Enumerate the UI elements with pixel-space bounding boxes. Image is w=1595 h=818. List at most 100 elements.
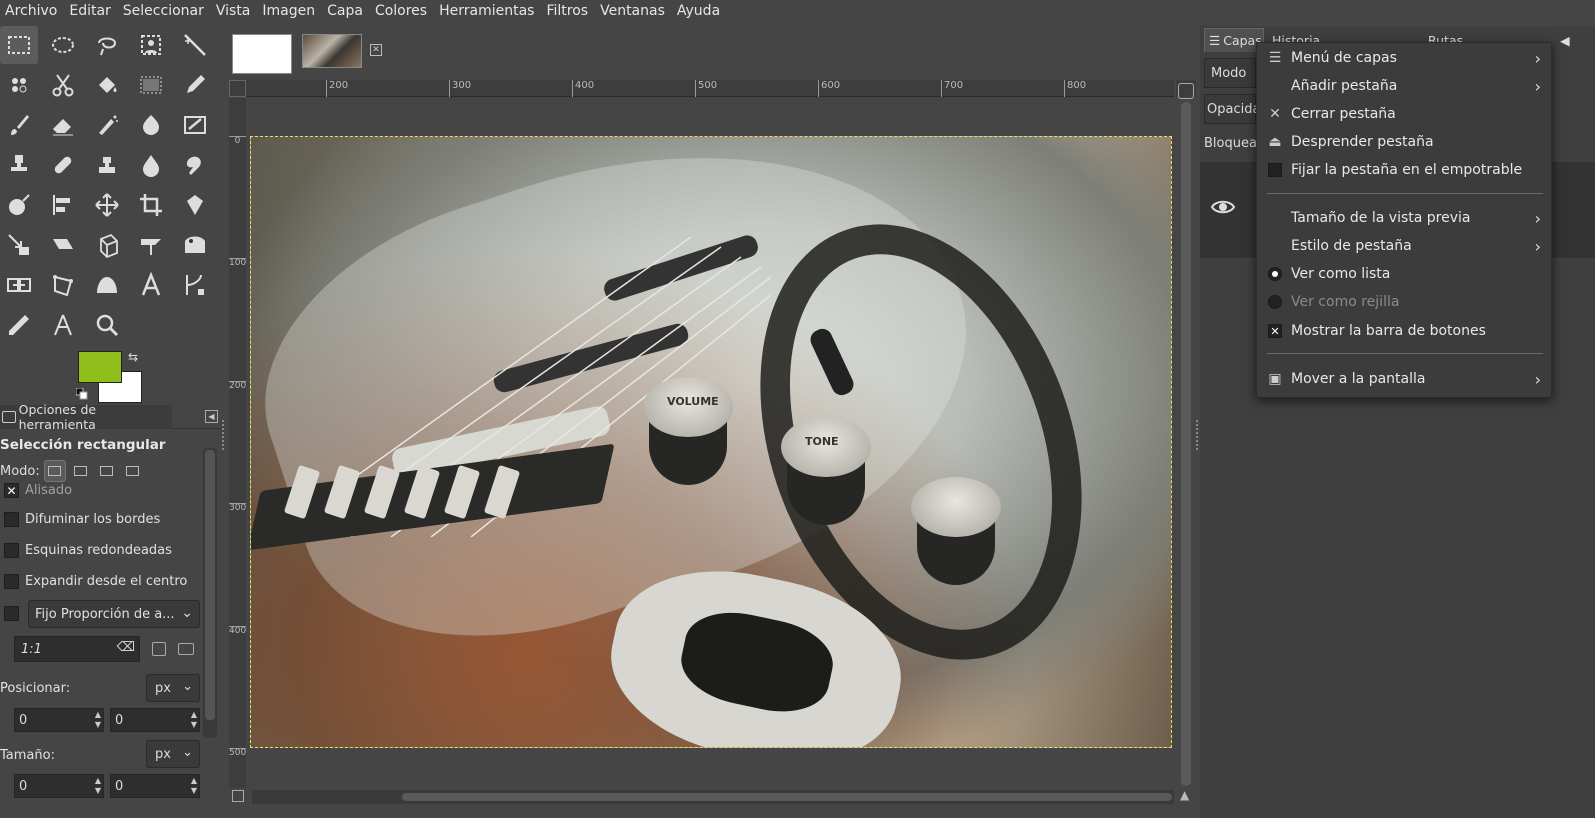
foreground-select-tool[interactable] [132, 26, 170, 64]
dodge-burn-tool[interactable] [0, 186, 38, 224]
tab-layers[interactable]: ☰ Capas [1204, 28, 1264, 52]
scissors-select-tool[interactable] [44, 66, 82, 104]
warp-transform-tool[interactable] [88, 266, 126, 304]
swap-colors-icon[interactable]: ⇆ [128, 350, 138, 364]
canvas-horizontal-scrollbar[interactable] [252, 790, 1174, 804]
heal-tool[interactable] [44, 146, 82, 184]
menu-colores[interactable]: Colores [374, 3, 434, 19]
paths-tool[interactable] [176, 266, 214, 304]
navigate-icon[interactable] [1178, 83, 1194, 99]
clear-icon[interactable]: ⌫ [117, 640, 135, 655]
expand-checkbox[interactable] [4, 574, 19, 589]
left-dock-resize-handle[interactable] [222, 420, 226, 450]
menu-herramientas[interactable]: Herramientas [438, 3, 541, 19]
ruler-left[interactable]: 0 100 200 300 400 500 [229, 98, 246, 788]
menu-item-show-button-bar[interactable]: ✕ Mostrar la barra de botones [1257, 317, 1553, 345]
move-tool[interactable] [88, 186, 126, 224]
scrollbar-thumb[interactable] [402, 793, 1172, 801]
zoom-fit-icon[interactable]: ▲ [1180, 788, 1189, 802]
menu-seleccionar[interactable]: Seleccionar [122, 3, 211, 19]
spin-arrows-icon[interactable]: ▲ ▼ [95, 710, 101, 730]
perspective-clone-tool[interactable] [88, 146, 126, 184]
expand-option[interactable]: Expandir desde el centro [4, 574, 187, 589]
reset-colors-icon[interactable] [76, 388, 88, 400]
scrollbar-thumb[interactable] [205, 450, 215, 720]
canvas-area[interactable]: VOLUME TONE [246, 98, 1176, 788]
rect-select-tool[interactable] [0, 26, 38, 64]
menu-vista[interactable]: Vista [215, 3, 258, 19]
ellipse-select-tool[interactable] [44, 26, 82, 64]
3d-transform-tool[interactable] [88, 226, 126, 264]
menu-ventanas[interactable]: Ventanas [599, 3, 672, 19]
rounded-checkbox[interactable] [4, 543, 19, 558]
tool-options-tab[interactable]: Opciones de herramienta [0, 402, 172, 432]
position-y-input[interactable]: 0 ▲ ▼ [110, 708, 200, 732]
mode-intersect-button[interactable] [122, 460, 144, 482]
menu-item-tab-style[interactable]: Estilo de pestaña › [1257, 232, 1553, 260]
smudge-tool[interactable] [176, 146, 214, 184]
menu-imagen[interactable]: Imagen [261, 3, 322, 19]
eraser-tool[interactable] [44, 106, 82, 144]
text-tool[interactable] [132, 266, 170, 304]
portrait-icon[interactable] [152, 642, 166, 656]
guitar-image[interactable]: VOLUME TONE [250, 136, 1172, 748]
menu-editar[interactable]: Editar [68, 3, 117, 19]
scrollbar-thumb[interactable] [1181, 102, 1191, 786]
size-h-input[interactable]: 0 ▲ ▼ [110, 774, 200, 798]
image-tab-blank[interactable] [232, 34, 292, 74]
gradient-tool[interactable] [132, 66, 170, 104]
position-x-input[interactable]: 0 ▲ ▼ [14, 708, 104, 732]
clone-tool[interactable] [0, 146, 38, 184]
layer-opacity-field[interactable]: Opacida [1204, 94, 1260, 124]
quick-mask-toggle[interactable] [232, 790, 244, 802]
fixed-checkbox[interactable] [4, 606, 19, 621]
image-tab-guitar[interactable] [302, 34, 362, 68]
handle-transform-tool[interactable] [44, 266, 82, 304]
fuzzy-select-tool[interactable] [176, 26, 214, 64]
menu-archivo[interactable]: Archivo [4, 3, 64, 19]
rounded-option[interactable]: Esquinas redondeadas [4, 543, 172, 558]
paintbrush-tool[interactable] [0, 106, 38, 144]
menu-item-close-tab[interactable]: ✕ Cerrar pestaña [1257, 100, 1553, 128]
blur-tool[interactable] [132, 146, 170, 184]
mode-replace-button[interactable] [43, 460, 66, 482]
menu-item-preview-size[interactable]: Tamaño de la vista previa › [1257, 204, 1553, 232]
unified-transform-tool[interactable] [176, 186, 214, 224]
mode-add-button[interactable] [70, 460, 92, 482]
tool-options-scrollbar[interactable] [203, 448, 217, 738]
mode-subtract-button[interactable] [96, 460, 118, 482]
shear-tool[interactable] [44, 226, 82, 264]
by-color-select-tool[interactable] [0, 66, 38, 104]
airbrush-tool[interactable] [88, 106, 126, 144]
spin-arrows-icon[interactable]: ▲ ▼ [191, 776, 197, 796]
menu-ayuda[interactable]: Ayuda [676, 3, 727, 19]
ruler-top[interactable]: 200 300 400 500 600 700 800 [246, 80, 1174, 97]
pencil-tool[interactable] [176, 66, 214, 104]
antialias-checkbox[interactable]: ✕ [4, 483, 19, 498]
menu-item-add-tab[interactable]: Añadir pestaña › [1257, 72, 1553, 100]
foreground-color[interactable] [78, 351, 122, 383]
antialias-option[interactable]: ✕ Alisado [4, 483, 72, 498]
size-unit-select[interactable]: px ⌄ [146, 740, 200, 768]
layer-mode-select[interactable]: Modo [1204, 58, 1256, 88]
feather-checkbox[interactable] [4, 512, 19, 527]
menu-item-move-to-screen[interactable]: ▣ Mover a la pantalla › [1257, 365, 1553, 393]
dock-config-icon[interactable]: ◀ [1556, 28, 1576, 52]
cage-tool[interactable] [176, 226, 214, 264]
landscape-icon[interactable] [178, 643, 194, 655]
bucket-fill-tool[interactable] [88, 66, 126, 104]
eye-icon[interactable] [1210, 194, 1236, 220]
free-select-tool[interactable] [88, 26, 126, 64]
menu-capa[interactable]: Capa [326, 3, 370, 19]
measure-tool[interactable] [44, 306, 82, 344]
menu-item-detach-tab[interactable]: ⏏ Desprender pestaña [1257, 128, 1553, 156]
align-tool[interactable] [44, 186, 82, 224]
tab-config-icon[interactable]: ◀ [205, 410, 218, 423]
scale-tool[interactable] [0, 226, 38, 264]
crop-tool[interactable] [132, 186, 170, 224]
menu-filtros[interactable]: Filtros [545, 3, 595, 19]
color-picker-tool[interactable] [0, 306, 38, 344]
ratio-input[interactable]: 1:1 ⌫ [14, 636, 140, 662]
flip-tool[interactable] [132, 226, 170, 264]
spin-arrows-icon[interactable]: ▲ ▼ [95, 776, 101, 796]
